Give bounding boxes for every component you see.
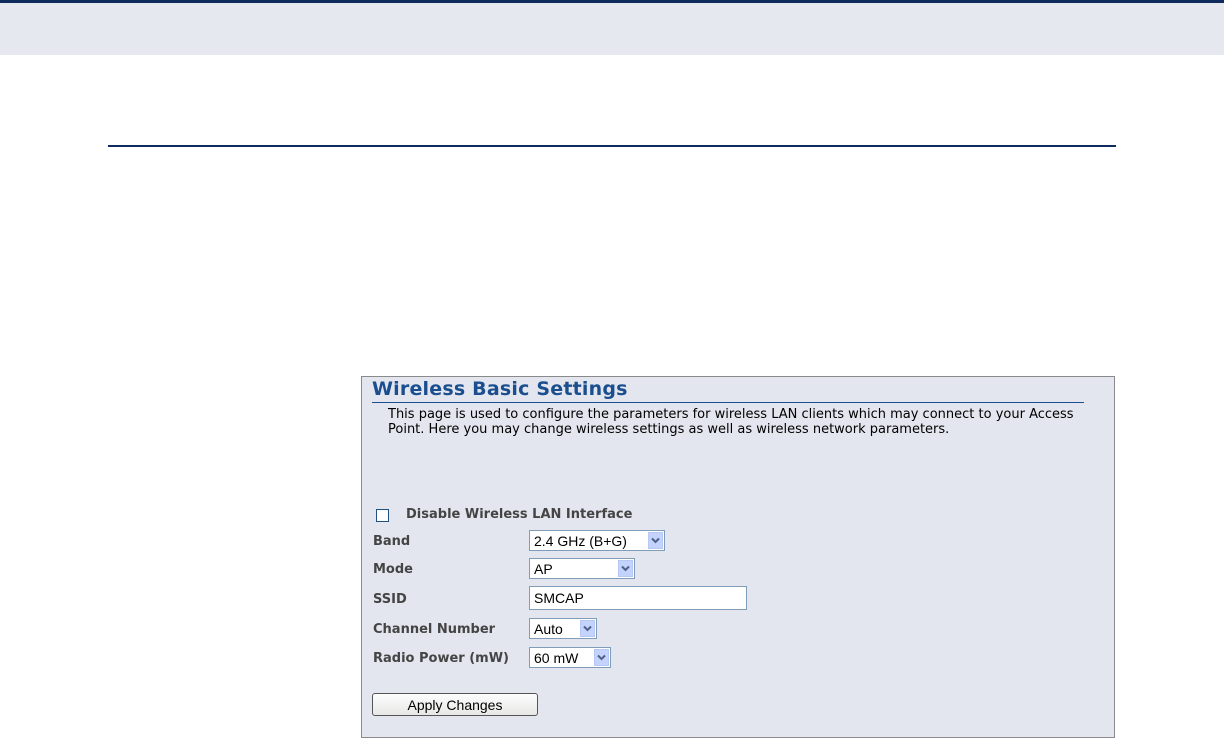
disable-wlan-checkbox[interactable] <box>376 509 389 522</box>
page-description: This page is used to configure the param… <box>388 407 1074 437</box>
band-select[interactable]: 2.4 GHz (B+G) <box>529 530 665 551</box>
chevron-down-icon[interactable] <box>594 649 609 666</box>
mode-row: Mode AP <box>362 558 1116 580</box>
band-select-value: 2.4 GHz (B+G) <box>534 533 627 549</box>
mode-select-value: AP <box>534 561 553 577</box>
wireless-basic-settings-panel: Wireless Basic Settings This page is use… <box>361 376 1115 738</box>
ssid-label: SSID <box>373 592 407 607</box>
channel-select[interactable]: Auto <box>529 618 597 639</box>
ssid-input-value: SMCAP <box>534 590 584 606</box>
band-row: Band 2.4 GHz (B+G) <box>362 530 1116 552</box>
chevron-down-icon[interactable] <box>580 620 595 637</box>
disable-wlan-label: Disable Wireless LAN Interface <box>406 507 633 522</box>
radio-power-select[interactable]: 60 mW <box>529 647 611 668</box>
page-header-band <box>0 0 1224 55</box>
band-label: Band <box>373 534 411 549</box>
disable-wlan-row: Disable Wireless LAN Interface <box>362 505 1116 527</box>
ssid-input[interactable]: SMCAP <box>529 586 747 610</box>
mode-select[interactable]: AP <box>529 558 635 579</box>
title-underline <box>372 402 1084 403</box>
radio-power-label: Radio Power (mW) <box>373 651 509 666</box>
chevron-down-icon[interactable] <box>618 560 633 577</box>
channel-label: Channel Number <box>373 622 496 637</box>
channel-select-value: Auto <box>534 621 563 637</box>
page-title: Wireless Basic Settings <box>372 378 628 400</box>
radio-power-select-value: 60 mW <box>534 650 579 666</box>
channel-row: Channel Number Auto <box>362 618 1116 640</box>
radio-power-row: Radio Power (mW) 60 mW <box>362 647 1116 669</box>
ssid-row: SSID SMCAP <box>362 586 1116 610</box>
chevron-down-icon[interactable] <box>648 532 663 549</box>
apply-changes-button[interactable]: Apply Changes <box>372 693 538 716</box>
section-divider <box>108 145 1116 147</box>
mode-label: Mode <box>373 562 413 577</box>
